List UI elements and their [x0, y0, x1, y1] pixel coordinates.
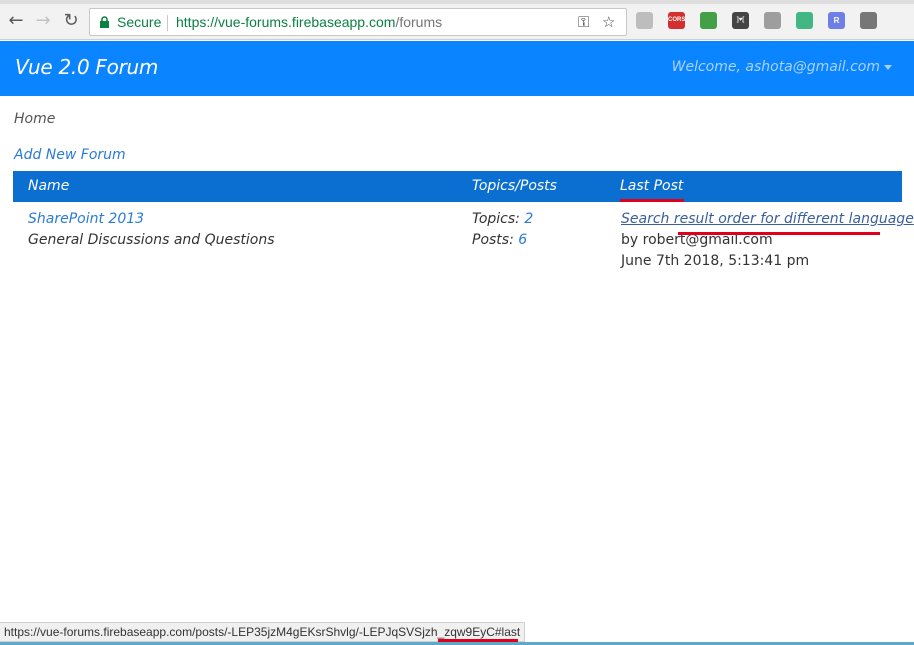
topics-label: Topics: [472, 211, 520, 227]
column-header-last-post: Last Post [620, 178, 684, 194]
posts-count: Posts: 6 [472, 230, 527, 251]
topics-count-value[interactable]: 2 [524, 211, 533, 227]
caret-down-icon [884, 64, 892, 70]
last-post-link[interactable]: Search result order for different langua… [621, 209, 914, 230]
app-header: Vue 2.0 Forum Welcome, ashota@gmail.com [0, 41, 914, 96]
document-icon[interactable] [636, 12, 653, 29]
browser-toolbar: ← → ↻ Secure https://vue-forums.firebase… [0, 4, 914, 40]
hexagon-icon[interactable] [764, 12, 781, 29]
url-text[interactable]: https://vue-forums.firebaseapp.com/forum… [176, 14, 442, 30]
forum-table-header: Name Topics/Posts Last Post [13, 171, 902, 202]
url-path: /forums [395, 14, 443, 30]
column-header-topics-posts: Topics/Posts [472, 178, 557, 194]
posts-label: Posts: [472, 232, 514, 248]
reload-icon[interactable]: ↻ [60, 10, 82, 32]
vue-devtools-icon[interactable] [796, 12, 813, 29]
breadcrumb[interactable]: Home [14, 111, 55, 127]
last-post-date: June 7th 2018, 5:13:41 pm [621, 253, 810, 269]
bookmark-star-icon[interactable]: ☆ [602, 13, 615, 31]
forum-name-link[interactable]: SharePoint 2013 [28, 209, 144, 230]
omnibox-divider [167, 15, 168, 31]
annotation-underline-last-post-link [678, 232, 880, 235]
secure-label: Secure [117, 14, 162, 30]
key-icon[interactable]: ⚿ [578, 13, 589, 31]
add-new-forum-link[interactable]: Add New Forum [14, 147, 126, 163]
back-arrow-icon[interactable]: ← [5, 10, 27, 32]
lock-icon [100, 16, 109, 28]
forward-arrow-icon[interactable]: → [32, 10, 54, 32]
brand-title[interactable]: Vue 2.0 Forum [15, 55, 158, 79]
topics-count: Topics: 2 [472, 209, 533, 230]
url-host: https://vue-forums.firebaseapp.com [176, 14, 396, 30]
annotation-underline-last-post-header [620, 199, 684, 202]
welcome-text: Welcome, ashota@gmail.com [671, 59, 880, 75]
user-menu[interactable]: Welcome, ashota@gmail.com [672, 59, 892, 75]
posts-count-value[interactable]: 6 [518, 232, 527, 248]
forum-description: General Discussions and Questions [28, 232, 275, 248]
bracket-icon[interactable]: ]♥[ [732, 12, 749, 29]
r-icon[interactable]: R [828, 12, 845, 29]
cors-icon[interactable]: CORS [668, 12, 685, 29]
square-icon[interactable] [860, 12, 877, 29]
column-header-name: Name [28, 178, 70, 194]
toggle-icon[interactable] [700, 12, 717, 29]
address-bar[interactable]: Secure https://vue-forums.firebaseapp.co… [89, 8, 627, 36]
